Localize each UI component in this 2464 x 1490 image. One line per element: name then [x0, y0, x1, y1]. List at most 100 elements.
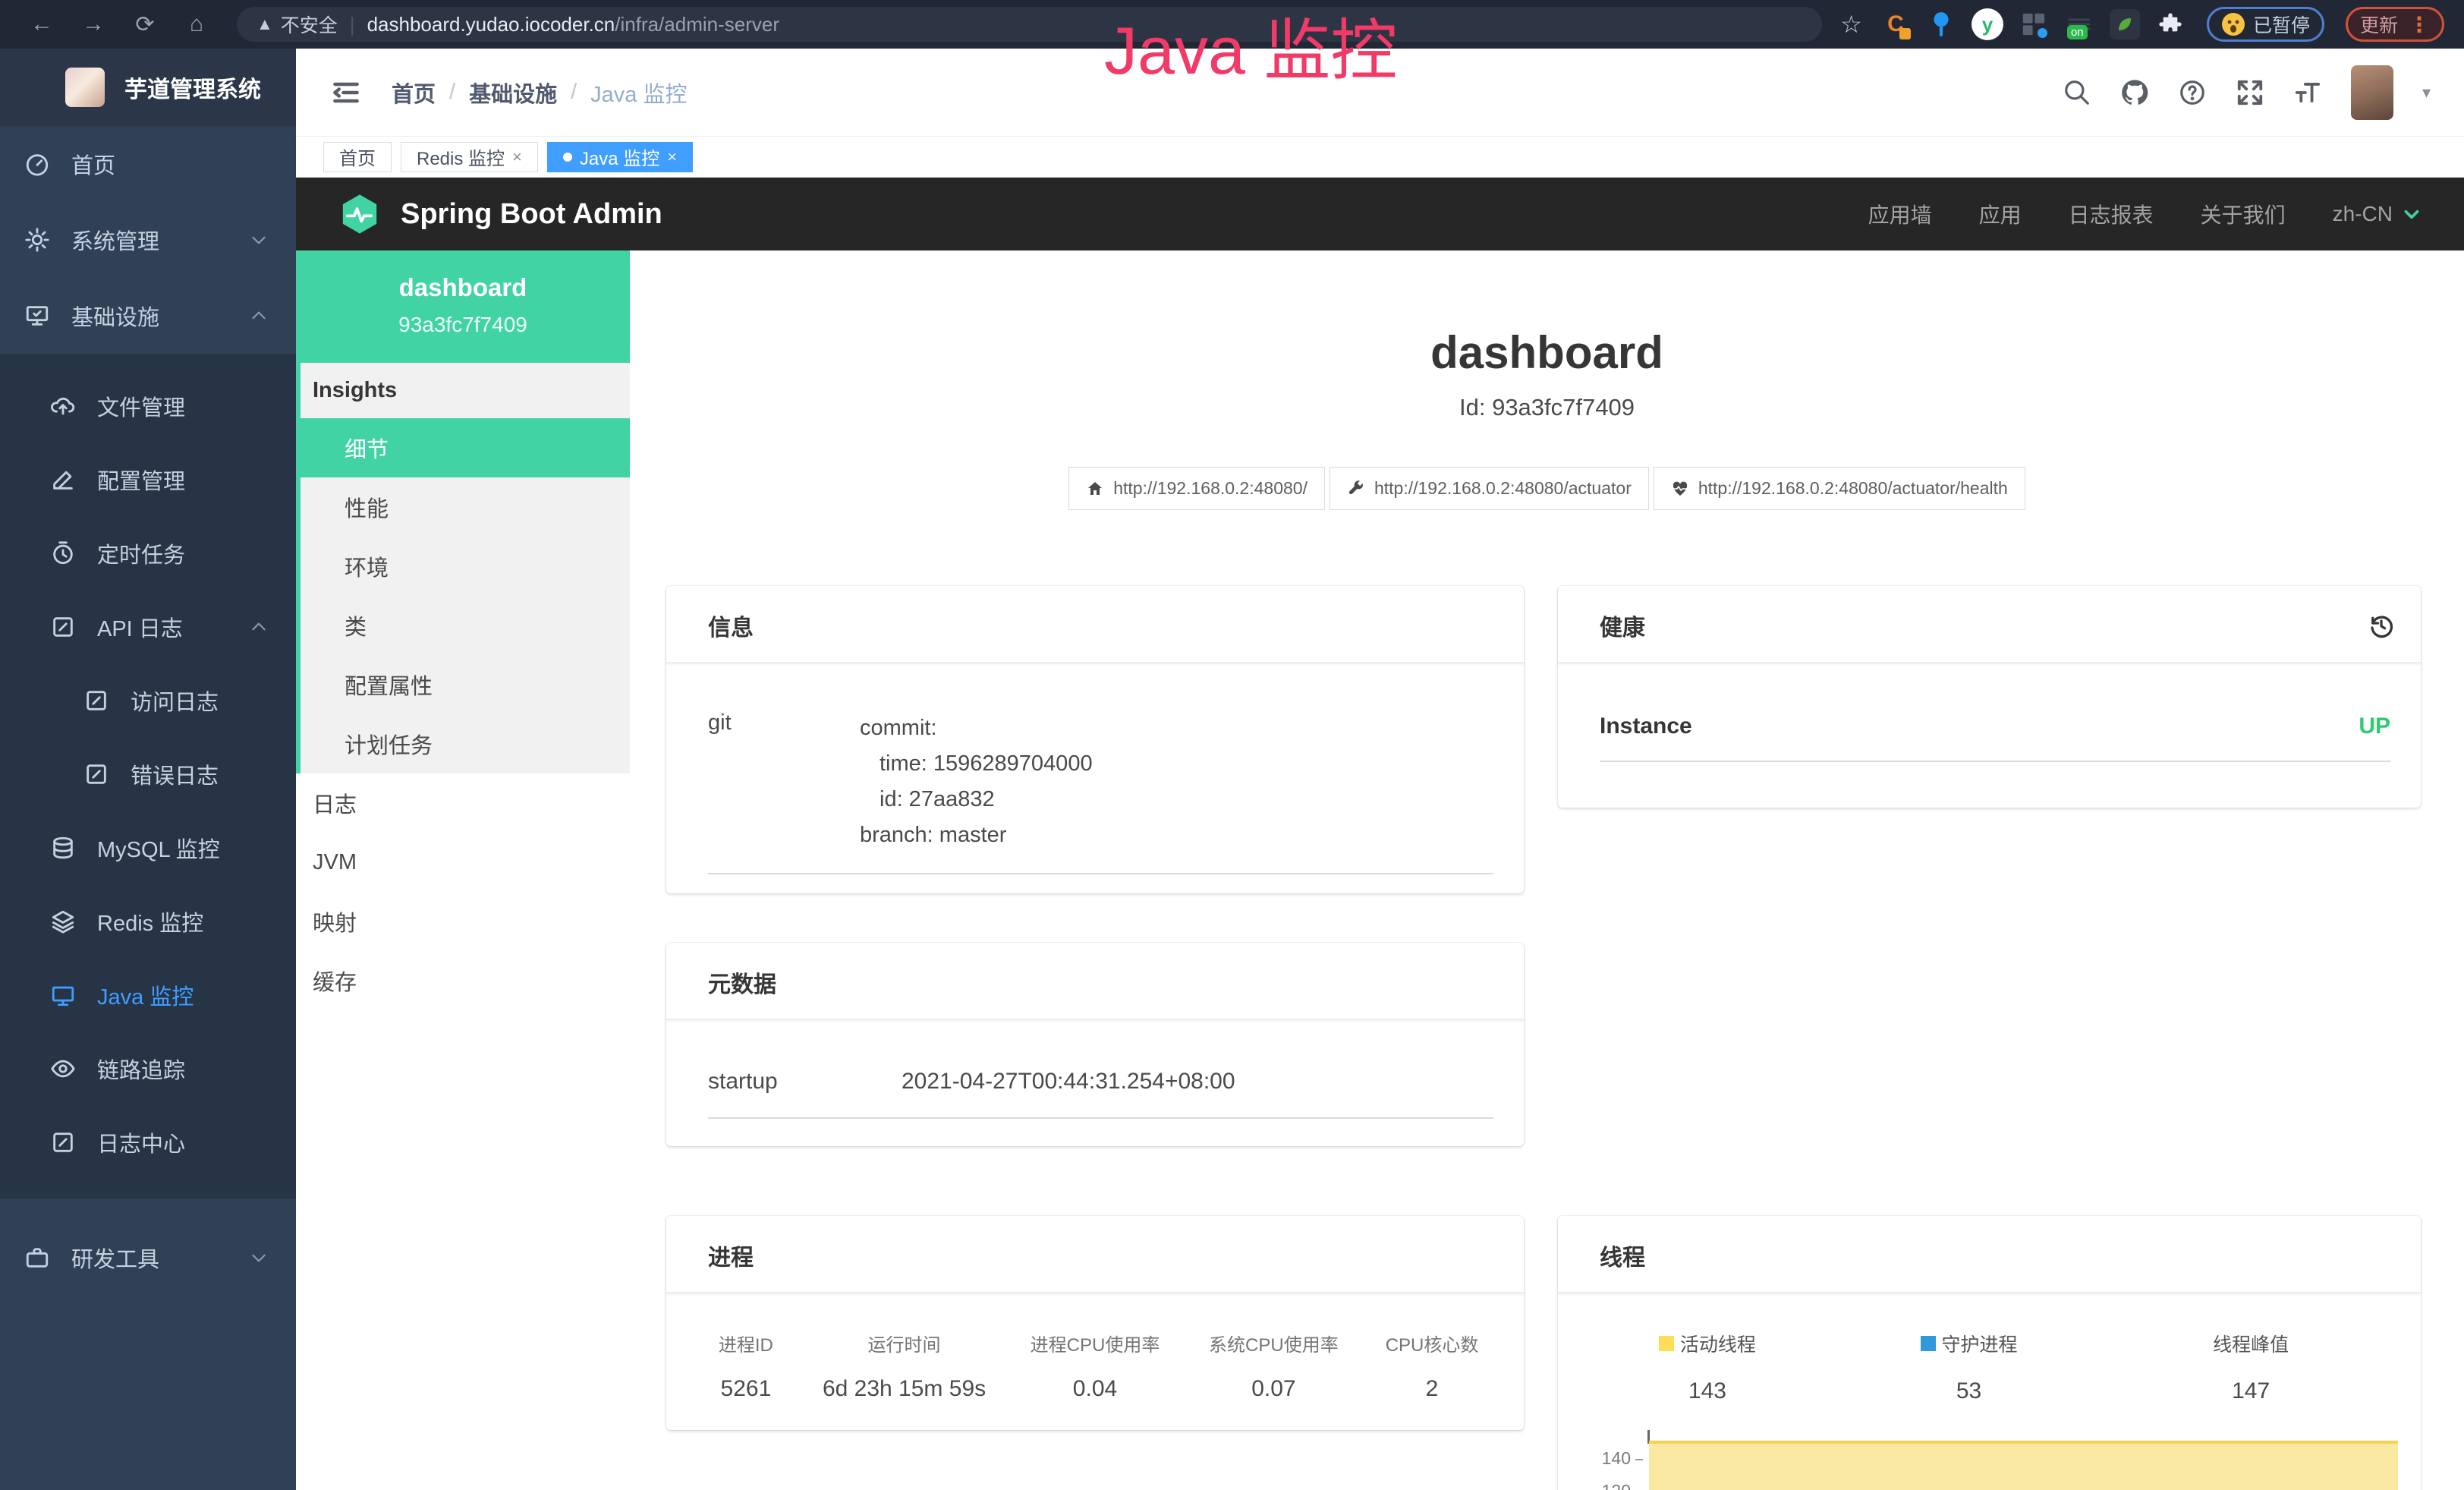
health-instance-label: Instance [1600, 713, 1692, 739]
extension-colorpicker-icon[interactable]: C [1880, 9, 1911, 39]
app-title: 芋道管理系统 [124, 71, 261, 104]
sidebar-item-system[interactable]: 系统管理 [0, 202, 296, 278]
sidebar-item-tracing[interactable]: 链路追踪 [0, 1032, 296, 1105]
daemon-threads-value: 53 [1834, 1378, 2104, 1404]
extensions-row: C y on [1880, 8, 2186, 40]
bookmark-star-icon[interactable]: ☆ [1840, 10, 1862, 39]
sba-nav-wallboard[interactable]: 应用墙 [1868, 199, 1932, 229]
menu-item-jvm[interactable]: JVM [296, 833, 630, 892]
menu-item-caches[interactable]: 缓存 [296, 951, 630, 1010]
info-row-value: commit: time: 1596289704000 id: 27aa832 … [860, 710, 1093, 853]
browser-back-icon[interactable]: ← [20, 8, 64, 41]
header-actions: ▾ [2063, 65, 2431, 120]
sba-locale-select[interactable]: zh-CN [2333, 202, 2422, 226]
admin-sidebar: 芋道管理系统 首页 系统管理 基础设施 [0, 49, 296, 1490]
log-icon [83, 761, 109, 787]
process-cpu-value: 0.04 [1005, 1376, 1184, 1402]
threads-area-series [1649, 1441, 2398, 1490]
extension-grid-icon[interactable] [2019, 9, 2049, 39]
menu-item-logs[interactable]: 日志 [296, 773, 630, 833]
breadcrumb: 首页 / 基础设施 / Java 监控 [392, 77, 687, 109]
service-url-link[interactable]: http://192.168.0.2:48080/ [1068, 467, 1325, 510]
sidebar-item-log-center[interactable]: 日志中心 [0, 1105, 296, 1179]
browser-update-button[interactable]: 更新 ⋮ [2346, 7, 2444, 42]
live-threads-value: 143 [1581, 1378, 1834, 1404]
extension-vue-devtools-icon[interactable]: y [1972, 8, 2003, 40]
sidebar-item-api-logs[interactable]: API 日志 [0, 590, 296, 663]
extension-pin-icon[interactable] [1926, 9, 1956, 39]
sidebar-item-config-management[interactable]: 配置管理 [0, 443, 296, 516]
screen: ← → ⟳ ⌂ ▲ 不安全 | dashboard.yudao.iocoder.… [0, 0, 2464, 1490]
sidebar-item-scheduled-jobs[interactable]: 定时任务 [0, 516, 296, 590]
close-icon[interactable]: × [512, 147, 522, 167]
breadcrumb-infrastructure[interactable]: 基础设施 [469, 77, 557, 109]
instance-header[interactable]: dashboard 93a3fc7f7409 [296, 250, 630, 363]
browser-home-icon[interactable]: ⌂ [175, 8, 219, 41]
health-url-link[interactable]: http://192.168.0.2:48080/actuator/health [1654, 467, 2025, 510]
search-icon[interactable] [2063, 78, 2091, 107]
menu-item-config-props[interactable]: 配置属性 [301, 655, 630, 714]
extension-puzzle-icon[interactable] [2155, 9, 2186, 39]
menu-item-mappings[interactable]: 映射 [296, 892, 630, 951]
menu-item-classes[interactable]: 类 [301, 596, 630, 655]
paused-label: 已暂停 [2253, 11, 2310, 38]
cpu-cores-value: 2 [1363, 1376, 1501, 1402]
sidebar-item-home[interactable]: 首页 [0, 126, 296, 202]
sidebar-item-access-logs[interactable]: 访问日志 [0, 663, 296, 737]
browser-forward-icon[interactable]: → [71, 8, 115, 41]
process-col-header: CPU核心数 [1363, 1330, 1501, 1356]
breadcrumb-home[interactable]: 首页 [392, 77, 436, 109]
sba-logo-icon [338, 193, 381, 235]
metadata-card-title: 元数据 [708, 966, 776, 999]
menu-item-details[interactable]: 细节 [301, 418, 630, 477]
sidebar-item-redis-monitor[interactable]: Redis 监控 [0, 884, 296, 958]
process-card-title: 进程 [708, 1239, 754, 1272]
extension-leaf-icon[interactable] [2110, 9, 2140, 39]
menu-item-scheduled-tasks[interactable]: 计划任务 [301, 714, 630, 773]
instance-name: dashboard [304, 273, 622, 302]
extension-switch-on-icon[interactable]: on [2064, 9, 2094, 39]
fullscreen-icon[interactable] [2236, 78, 2264, 107]
process-col-header: 系统CPU使用率 [1185, 1330, 1363, 1356]
sba-nav-journal[interactable]: 日志报表 [2069, 199, 2154, 229]
annotation-java-monitor: Java 监控 [1104, 0, 1397, 93]
sba-header: Spring Boot Admin 应用墙 应用 日志报表 关于我们 zh-CN [296, 178, 2464, 250]
insecure-warning-icon: ▲ [256, 14, 273, 34]
browser-reload-icon[interactable]: ⟳ [123, 8, 167, 41]
tab-java-monitor[interactable]: Java 监控 × [547, 142, 693, 172]
tab-redis-monitor[interactable]: Redis 监控 × [401, 142, 538, 172]
help-icon[interactable] [2178, 78, 2207, 107]
address-bar[interactable]: ▲ 不安全 | dashboard.yudao.iocoder.cn /infr… [237, 7, 1822, 42]
divider [1600, 761, 2390, 762]
font-size-icon[interactable] [2293, 78, 2322, 107]
sidebar-item-java-monitor[interactable]: Java 监控 [0, 958, 296, 1032]
browser-menu-kebab-icon[interactable]: ⋮ [2409, 12, 2430, 37]
threads-card: 线程 活动线程 守护进程 线程峰值 143 53 147 [1558, 1216, 2421, 1490]
sidebar-item-dev-tools[interactable]: 研发工具 [0, 1220, 296, 1296]
menu-item-performance[interactable]: 性能 [301, 477, 630, 537]
sidebar-item-error-logs[interactable]: 错误日志 [0, 737, 296, 811]
profile-paused-badge[interactable]: 已暂停 [2207, 7, 2324, 42]
sba-nav-about[interactable]: 关于我们 [2201, 199, 2286, 229]
sidebar-item-mysql-monitor[interactable]: MySQL 监控 [0, 811, 296, 884]
actuator-url-link[interactable]: http://192.168.0.2:48080/actuator [1330, 467, 1649, 510]
hamburger-fold-icon[interactable] [329, 76, 363, 109]
info-card-title: 信息 [708, 609, 754, 642]
active-dot-icon [563, 153, 572, 162]
legend-live-threads: 活动线程 [1659, 1330, 1756, 1357]
timer-icon [50, 540, 76, 566]
instance-links: http://192.168.0.2:48080/ http://192.168… [630, 467, 2464, 510]
sba-brand-title: Spring Boot Admin [401, 198, 662, 231]
chevron-down-icon [249, 1248, 269, 1268]
sidebar-item-infrastructure[interactable]: 基础设施 [0, 278, 296, 354]
history-icon[interactable] [2368, 612, 2395, 639]
sidebar-item-file-management[interactable]: 文件管理 [0, 369, 296, 443]
close-icon[interactable]: × [667, 147, 677, 167]
health-card: 健康 Instance UP [1558, 586, 2421, 808]
sba-nav-applications[interactable]: 应用 [1979, 199, 2022, 229]
menu-item-environment[interactable]: 环境 [301, 537, 630, 596]
avatar-caret-icon[interactable]: ▾ [2422, 83, 2431, 102]
github-icon[interactable] [2120, 78, 2149, 107]
tab-home[interactable]: 首页 [323, 142, 392, 172]
user-avatar[interactable] [2351, 65, 2393, 120]
